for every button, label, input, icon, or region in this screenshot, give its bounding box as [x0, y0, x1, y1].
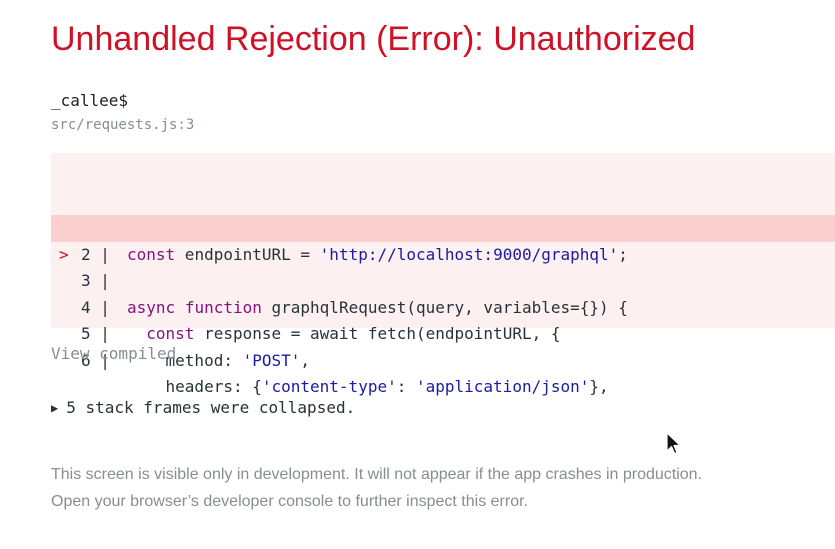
mouse-pointer-icon	[666, 432, 681, 455]
stack-frame-function: _callee$	[51, 91, 129, 110]
code-text: const response = await fetch(endpointURL…	[146, 324, 561, 343]
triangle-right-icon: ▶	[51, 401, 59, 415]
code-line-highlighted: > 3 | async function graphqlRequest(quer…	[51, 215, 835, 317]
dev-notice-line-2: Open your browser’s developer console to…	[51, 493, 528, 510]
code-line: 1 | const endpointURL = 'http://localhos…	[51, 162, 835, 264]
collapsed-frames-label: 5 stack frames were collapsed.	[66, 398, 356, 417]
collapsed-frames-toggle[interactable]: ▶ 5 stack frames were collapsed.	[51, 398, 355, 417]
code-line: 5 | method: 'POST',	[51, 268, 835, 370]
error-overlay: Unhandled Rejection (Error): Unauthorize…	[0, 0, 835, 549]
code-line: 4 | const response = await fetch(endpoin…	[51, 242, 835, 344]
code-snippet: 1 | const endpointURL = 'http://localhos…	[51, 153, 835, 397]
view-compiled-link[interactable]: View compiled	[51, 344, 176, 363]
dev-notice-line-1: This screen is visible only in developme…	[51, 466, 703, 483]
dev-notice: This screen is visible only in developme…	[51, 461, 831, 515]
code-line: 6 | headers: {'content-type': 'applicati…	[51, 295, 835, 397]
code-line: 2 |	[51, 189, 835, 264]
code-text: headers: {'content-type': 'application/j…	[127, 377, 609, 396]
stack-frame-location[interactable]: src/requests.js:3	[51, 117, 194, 133]
error-title: Unhandled Rejection (Error): Unauthorize…	[51, 20, 696, 58]
